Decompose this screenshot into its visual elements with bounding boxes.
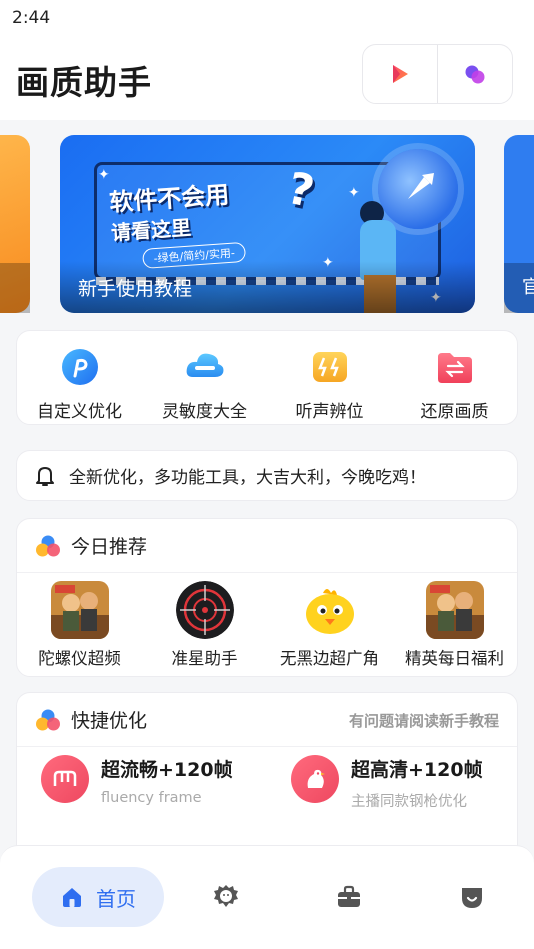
tricolor-logo-icon [36, 709, 60, 730]
recommend-item-label: 准星助手 [171, 649, 238, 668]
restore-folder-icon [435, 347, 475, 387]
feature-label: 自定义优化 [37, 402, 122, 422]
tab-home-label: 首页 [96, 886, 136, 911]
recommend-item-elite-welfare[interactable]: 精英每日福利 [392, 581, 517, 669]
play-icon [393, 65, 408, 83]
banner-orb-icon [378, 149, 458, 229]
banner-prev[interactable] [0, 135, 30, 313]
section-title: 今日推荐 [71, 536, 148, 558]
recommend-item-wide-angle[interactable]: 无黑边超广角 [267, 581, 392, 669]
feature-custom-optimize[interactable]: 自定义优化 [17, 331, 142, 424]
tutorial-hint-link[interactable]: 有问题请阅读新手教程 [349, 710, 499, 731]
quick-header: 快捷优化 有问题请阅读新手教程 [17, 693, 517, 747]
crosshair-icon [175, 581, 234, 639]
section-title: 快捷优化 [71, 710, 148, 732]
status-bar: 2:44 [0, 0, 534, 36]
tab-profile[interactable] [411, 867, 534, 927]
quick-item-title: 超流畅+120帧 [101, 759, 233, 781]
game-poster-icon [425, 581, 484, 639]
banner-subheadline: 请看这里 [110, 215, 192, 245]
tab-community[interactable] [164, 867, 287, 927]
home-icon [63, 888, 81, 907]
recommend-item-label: 陀螺仪超频 [38, 649, 121, 668]
recommend-item-label: 精英每日福利 [405, 649, 504, 668]
banner-next-caption: 官 [522, 277, 534, 298]
recommend-section: 今日推荐 陀螺仪超频 准星助手 无黑边超广角 精英每日福利 [16, 518, 518, 677]
banner-next[interactable]: 官 [504, 135, 534, 313]
sound-locate-icon [310, 347, 350, 387]
banner-tutorial[interactable]: 软件不会用 ? 请看这里 -绿色/简约/实用- ✦ ✦ ✦ ✦ 新手使用教程 [60, 135, 475, 313]
play-button[interactable] [363, 45, 437, 103]
quick-item-hd[interactable]: 超高清+120帧 主播同款钢枪优化 [267, 755, 517, 811]
header-action-pill [362, 44, 513, 104]
banner-carousel[interactable]: 软件不会用 ? 请看这里 -绿色/简约/实用- ✦ ✦ ✦ ✦ 新手使用教程 官 [0, 120, 534, 325]
chick-icon [301, 581, 359, 639]
recommend-item-label: 无黑边超广角 [280, 649, 379, 668]
feature-sound-locate[interactable]: 听声辨位 [267, 331, 392, 424]
bird-icon [291, 755, 339, 803]
recommend-header: 今日推荐 [17, 519, 517, 573]
feature-restore-quality[interactable]: 还原画质 [392, 331, 517, 424]
cloud-sensitivity-icon [185, 347, 225, 387]
banner-caption: 新手使用教程 [78, 278, 193, 300]
quick-item-subtitle: fluency frame [101, 790, 202, 806]
tab-home[interactable]: 首页 [32, 867, 164, 927]
custom-p-icon [60, 347, 100, 387]
connect-icon [465, 65, 485, 84]
quick-item-title: 超高清+120帧 [351, 759, 483, 781]
status-time: 2:44 [12, 8, 51, 28]
tricolor-logo-icon [36, 535, 60, 556]
notice-text: 全新优化，多功能工具，大吉大利，今晚吃鸡！ [69, 468, 426, 488]
feature-label: 听声辨位 [295, 402, 364, 422]
lion-icon [213, 885, 238, 907]
feature-grid: 自定义优化 灵敏度大全 听声辨位 还原画质 [16, 330, 518, 425]
feature-label: 还原画质 [420, 402, 489, 422]
tab-toolbox[interactable] [287, 867, 410, 927]
notice-bar[interactable]: 全新优化，多功能工具，大吉大利，今晚吃鸡！ [16, 450, 518, 501]
recommend-item-crosshair[interactable]: 准星助手 [142, 581, 267, 669]
recommend-item-gyro[interactable]: 陀螺仪超频 [17, 581, 142, 669]
page-title: 画质助手 [16, 63, 152, 102]
bell-icon [36, 466, 54, 486]
feature-label: 灵敏度大全 [162, 402, 247, 422]
shield-icon [462, 888, 483, 908]
app-header: 画质助手 [0, 36, 534, 120]
briefcase-icon [337, 885, 360, 907]
quick-item-subtitle: 主播同款钢枪优化 [351, 794, 467, 810]
feature-sensitivity[interactable]: 灵敏度大全 [142, 331, 267, 424]
bottom-tab-bar: 首页 [0, 845, 534, 949]
fluency-icon [41, 755, 89, 803]
quick-item-fluency[interactable]: 超流畅+120帧 fluency frame [17, 755, 267, 811]
game-poster-icon [50, 581, 109, 639]
connect-button[interactable] [438, 45, 512, 103]
